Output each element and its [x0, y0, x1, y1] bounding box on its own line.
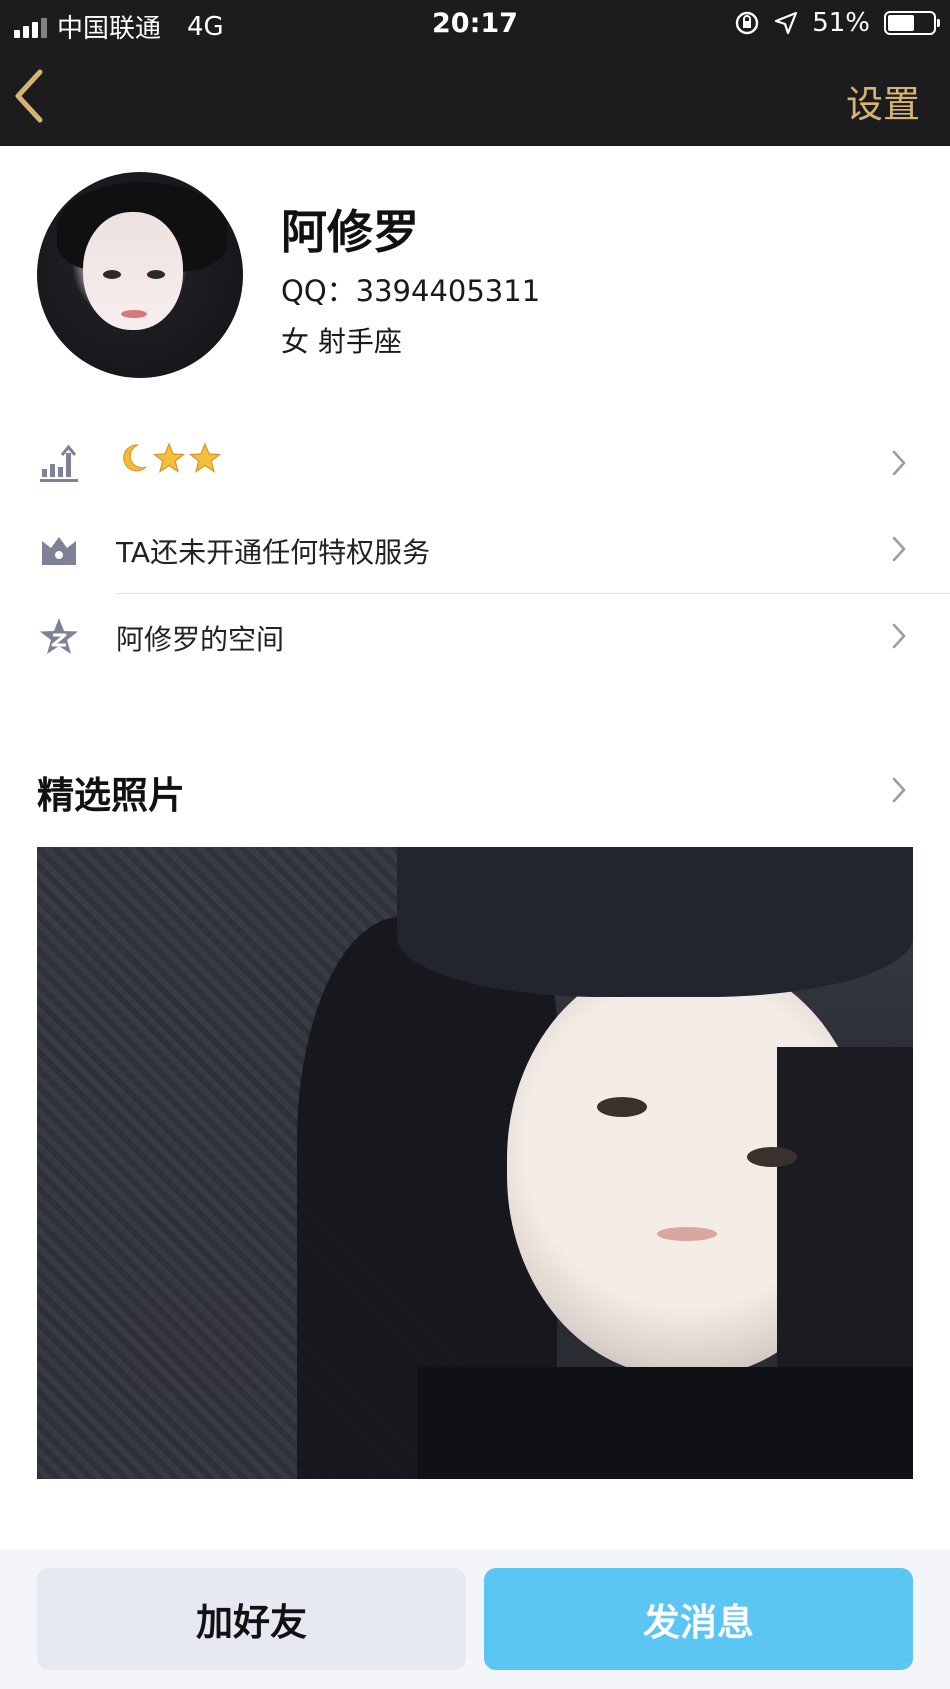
chevron-right-icon[interactable] [892, 776, 906, 804]
chevron-right-icon [892, 623, 906, 649]
location-arrow-icon [775, 11, 798, 35]
send-message-button[interactable]: 发消息 [484, 1568, 913, 1670]
qzone-label: 阿修罗的空间 [116, 623, 285, 656]
crown-icon [42, 537, 76, 565]
moon-icon [123, 444, 147, 472]
qq-number: QQ：3394405311 [281, 274, 541, 308]
battery-percent: 51% [812, 8, 870, 38]
chevron-right-icon [892, 536, 906, 562]
privilege-label: TA还未开通任何特权服务 [116, 536, 431, 569]
add-friend-button[interactable]: 加好友 [37, 1568, 466, 1670]
orientation-lock-icon [736, 11, 759, 35]
avatar[interactable] [37, 172, 243, 378]
back-button[interactable] [8, 64, 52, 128]
chevron-right-icon [892, 450, 906, 476]
star-icon [152, 442, 186, 473]
gender-zodiac: 女 射手座 [281, 325, 402, 358]
qzone-row[interactable]: 阿修罗的空间 [0, 594, 950, 680]
settings-button[interactable]: 设置 [846, 74, 920, 128]
level-chart-icon [40, 444, 78, 482]
qzone-star-icon [40, 618, 78, 654]
profile-name: 阿修罗 [281, 205, 419, 259]
star-icon [188, 442, 222, 473]
level-row[interactable] [0, 421, 950, 507]
featured-photos-title: 精选照片 [37, 774, 185, 817]
privilege-row[interactable]: TA还未开通任何特权服务 [0, 507, 950, 593]
battery-icon [884, 11, 940, 35]
chevron-left-icon [15, 69, 43, 123]
featured-photo[interactable] [37, 847, 913, 1479]
top-header: 中国联通 4G 20:17 51% 设置 [0, 0, 950, 146]
status-bar: 中国联通 4G 20:17 51% [0, 0, 950, 48]
